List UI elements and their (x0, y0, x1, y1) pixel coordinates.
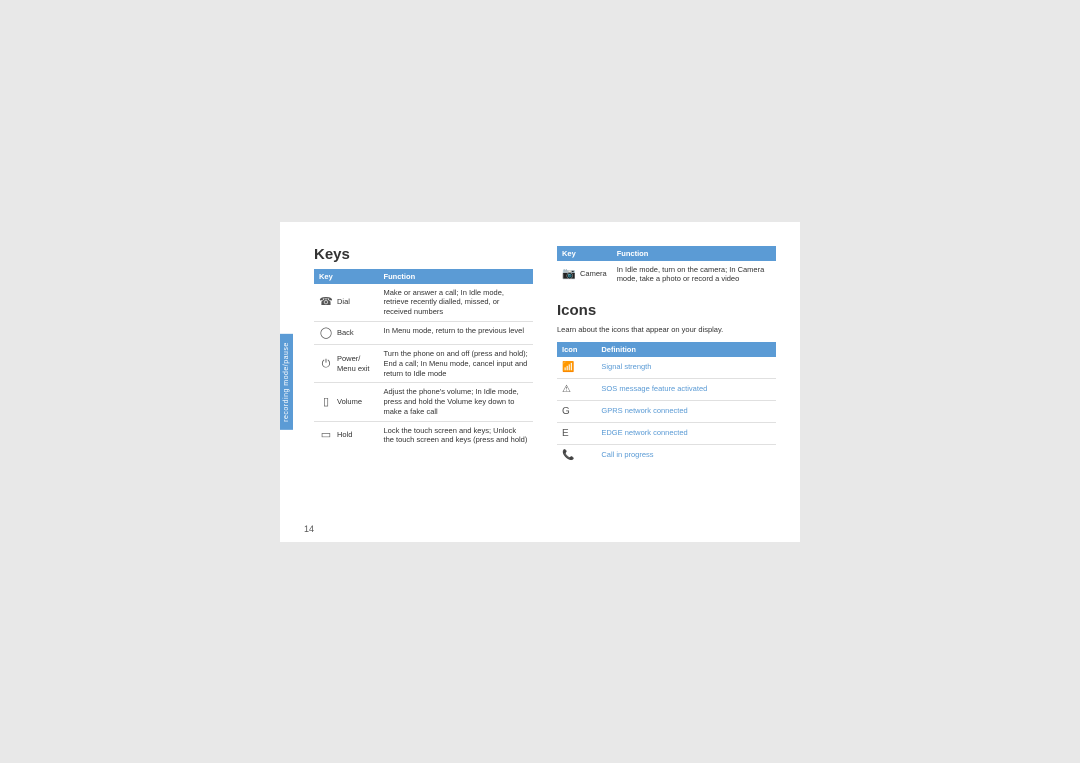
keys-right-table: Key Function 📷 Camera In Idle mode, turn… (557, 246, 776, 289)
icon-symbol: 📞 (562, 450, 574, 461)
key-name-cell: ▭ Hold (314, 421, 379, 449)
key-right-icon: 📷 (562, 267, 576, 281)
keys-col2-header: Function (379, 269, 534, 284)
icons-col1-header: Icon (557, 342, 596, 357)
icon-cell: G (557, 400, 596, 422)
definition-cell: Call in progress (596, 444, 776, 466)
definition-cell: SOS message feature activated (596, 378, 776, 400)
key-icon: ▭ (319, 428, 333, 442)
icons-description: Learn about the icons that appear on you… (557, 325, 776, 336)
keys-right-col2-header: Function (612, 246, 776, 261)
icons-table-row: ⚠ SOS message feature activated (557, 378, 776, 400)
icon-symbol: 📶 (562, 362, 574, 373)
icon-cell: ⚠ (557, 378, 596, 400)
side-tab: recording mode/pause (280, 334, 293, 430)
key-right-label: Camera (580, 269, 607, 279)
keys-table-row: ▯ Volume Adjust the phone's volume; In I… (314, 383, 533, 421)
key-function-cell: Make or answer a call; In Idle mode, ret… (379, 284, 534, 322)
keys-table: Key Function ☎ Dial Make or answer a cal… (314, 269, 533, 450)
icon-cell: 📞 (557, 444, 596, 466)
icon-cell: E (557, 422, 596, 444)
page-number: 14 (304, 524, 314, 534)
key-label: Dial (337, 297, 350, 307)
icons-table: Icon Definition 📶 Signal strength ⚠ SOS … (557, 342, 776, 466)
definition-cell: Signal strength (596, 357, 776, 379)
key-label: Power/ Menu exit (337, 354, 374, 374)
key-name-cell: ◯ Back (314, 321, 379, 344)
key-function-cell: Adjust the phone's volume; In Idle mode,… (379, 383, 534, 421)
definition-cell: EDGE network connected (596, 422, 776, 444)
icon-cell: 📶 (557, 357, 596, 379)
icon-symbol: E (562, 428, 569, 439)
key-icon: ⏻ (319, 357, 333, 371)
key-label: Volume (337, 397, 362, 407)
keys-right-table-row: 📷 Camera In Idle mode, turn on the camer… (557, 261, 776, 289)
icons-col2-header: Definition (596, 342, 776, 357)
key-right-name-cell: 📷 Camera (557, 261, 612, 289)
icons-table-row: G GPRS network connected (557, 400, 776, 422)
key-icon: ◯ (319, 326, 333, 340)
keys-table-row: ⏻ Power/ Menu exit Turn the phone on and… (314, 345, 533, 383)
key-label: Back (337, 328, 354, 338)
keys-table-row: ◯ Back In Menu mode, return to the previ… (314, 321, 533, 344)
icons-table-row: E EDGE network connected (557, 422, 776, 444)
key-function-cell: Turn the phone on and off (press and hol… (379, 345, 534, 383)
key-right-function-cell: In Idle mode, turn on the camera; In Cam… (612, 261, 776, 289)
key-function-cell: In Menu mode, return to the previous lev… (379, 321, 534, 344)
keys-title: Keys (314, 246, 533, 263)
keys-col1-header: Key (314, 269, 379, 284)
icons-table-row: 📞 Call in progress (557, 444, 776, 466)
keys-table-row: ☎ Dial Make or answer a call; In Idle mo… (314, 284, 533, 322)
key-label: Hold (337, 430, 352, 440)
icons-title: Icons (557, 302, 776, 319)
keys-table-row: ▭ Hold Lock the touch screen and keys; U… (314, 421, 533, 449)
key-name-cell: ☎ Dial (314, 284, 379, 322)
icon-symbol: G (562, 406, 570, 417)
key-name-cell: ▯ Volume (314, 383, 379, 421)
key-function-cell: Lock the touch screen and keys; Unlock t… (379, 421, 534, 449)
key-icon: ▯ (319, 395, 333, 409)
page: recording mode/pause Keys Key Function ☎… (280, 222, 800, 542)
keys-right-col1-header: Key (557, 246, 612, 261)
key-name-cell: ⏻ Power/ Menu exit (314, 345, 379, 383)
icon-symbol: ⚠ (562, 384, 571, 395)
definition-cell: GPRS network connected (596, 400, 776, 422)
key-icon: ☎ (319, 295, 333, 309)
right-section: Key Function 📷 Camera In Idle mode, turn… (557, 246, 776, 518)
left-section: Keys Key Function ☎ Dial Make or answer … (304, 246, 533, 518)
icons-section: Icons Learn about the icons that appear … (557, 302, 776, 466)
icons-table-row: 📶 Signal strength (557, 357, 776, 379)
